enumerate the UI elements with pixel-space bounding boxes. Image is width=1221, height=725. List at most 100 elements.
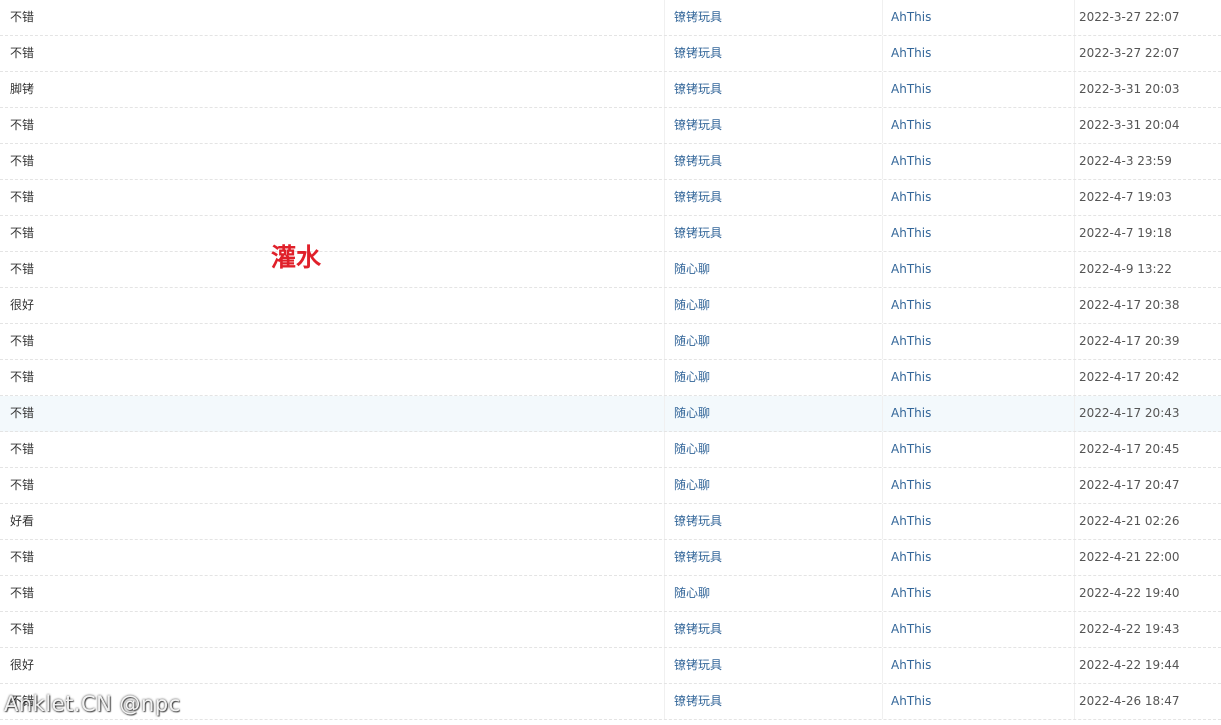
author-link[interactable]: AhThis <box>891 288 931 323</box>
forum-link[interactable]: 随心聊 <box>674 468 710 503</box>
reply-time: 2022-4-26 18:47 <box>1079 694 1180 708</box>
column-divider <box>664 0 665 35</box>
reply-time: 2022-4-22 19:43 <box>1079 622 1180 636</box>
column-divider <box>664 360 665 395</box>
table-row: 不错 镣铐玩具 AhThis 2022-4-3 23:59 <box>0 144 1221 180</box>
reply-list: 不错 镣铐玩具 AhThis 2022-3-27 22:07 不错 镣铐玩具 A… <box>0 0 1221 720</box>
forum-link[interactable]: 随心聊 <box>674 432 710 467</box>
author-link[interactable]: AhThis <box>891 612 931 647</box>
author-link[interactable]: AhThis <box>891 468 931 503</box>
column-divider <box>664 612 665 647</box>
column-divider <box>664 576 665 611</box>
forum-link[interactable]: 镣铐玩具 <box>674 72 722 107</box>
reply-content: 不错 <box>10 334 35 348</box>
column-divider <box>882 0 883 35</box>
author-link[interactable]: AhThis <box>891 504 931 539</box>
author-link[interactable]: AhThis <box>891 144 931 179</box>
author-link[interactable]: AhThis <box>891 108 931 143</box>
table-row: 不错 随心聊 AhThis 2022-4-17 20:39 <box>0 324 1221 360</box>
forum-link[interactable]: 随心聊 <box>674 252 710 287</box>
author-link[interactable]: AhThis <box>891 324 931 359</box>
reply-content: 不错 <box>10 154 35 168</box>
column-divider <box>1074 648 1075 683</box>
author-link[interactable]: AhThis <box>891 216 931 251</box>
forum-link[interactable]: 镣铐玩具 <box>674 36 722 71</box>
author-link[interactable]: AhThis <box>891 432 931 467</box>
reply-content: 不错 <box>10 622 35 636</box>
reply-content: 不错 <box>10 478 35 492</box>
forum-link[interactable]: 镣铐玩具 <box>674 504 722 539</box>
author-link[interactable]: AhThis <box>891 36 931 71</box>
column-divider <box>664 216 665 251</box>
table-row: 好看 镣铐玩具 AhThis 2022-4-21 02:26 <box>0 504 1221 540</box>
forum-link[interactable]: 随心聊 <box>674 288 710 323</box>
author-link[interactable]: AhThis <box>891 576 931 611</box>
reply-time: 2022-4-3 23:59 <box>1079 154 1172 168</box>
table-row: 很好 镣铐玩具 AhThis 2022-4-22 19:44 <box>0 648 1221 684</box>
author-link[interactable]: AhThis <box>891 72 931 107</box>
column-divider <box>1074 36 1075 71</box>
column-divider <box>882 72 883 107</box>
column-divider <box>1074 432 1075 467</box>
author-link[interactable]: AhThis <box>891 648 931 683</box>
forum-link[interactable]: 随心聊 <box>674 360 710 395</box>
forum-link[interactable]: 随心聊 <box>674 324 710 359</box>
author-link[interactable]: AhThis <box>891 0 931 35</box>
author-link[interactable]: AhThis <box>891 540 931 575</box>
reply-content: 很好 <box>10 658 35 672</box>
author-link[interactable]: AhThis <box>891 180 931 215</box>
forum-link[interactable]: 镣铐玩具 <box>674 180 722 215</box>
reply-time: 2022-4-21 02:26 <box>1079 514 1180 528</box>
author-link[interactable]: AhThis <box>891 360 931 395</box>
column-divider <box>664 180 665 215</box>
table-row: 不错 随心聊 AhThis 2022-4-9 13:22 <box>0 252 1221 288</box>
column-divider <box>1074 360 1075 395</box>
forum-link[interactable]: 镣铐玩具 <box>674 108 722 143</box>
column-divider <box>882 288 883 323</box>
forum-link[interactable]: 镣铐玩具 <box>674 612 722 647</box>
table-row: 很好 随心聊 AhThis 2022-4-17 20:38 <box>0 288 1221 324</box>
reply-time: 2022-4-17 20:42 <box>1079 370 1180 384</box>
column-divider <box>1074 108 1075 143</box>
author-link[interactable]: AhThis <box>891 684 931 719</box>
column-divider <box>664 396 665 431</box>
forum-link[interactable]: 镣铐玩具 <box>674 648 722 683</box>
column-divider <box>664 684 665 719</box>
forum-link[interactable]: 随心聊 <box>674 576 710 611</box>
author-link[interactable]: AhThis <box>891 396 931 431</box>
table-row: 不错 镣铐玩具 AhThis 2022-4-7 19:18 <box>0 216 1221 252</box>
forum-link[interactable]: 镣铐玩具 <box>674 144 722 179</box>
table-row: 不错 镣铐玩具 AhThis 2022-4-26 18:47 <box>0 684 1221 720</box>
column-divider <box>1074 396 1075 431</box>
forum-link[interactable]: 随心聊 <box>674 396 710 431</box>
forum-link[interactable]: 镣铐玩具 <box>674 684 722 719</box>
column-divider <box>664 324 665 359</box>
column-divider <box>882 612 883 647</box>
reply-time: 2022-4-21 22:00 <box>1079 550 1180 564</box>
reply-content: 不错 <box>10 550 35 564</box>
forum-link[interactable]: 镣铐玩具 <box>674 0 722 35</box>
column-divider <box>882 216 883 251</box>
column-divider <box>1074 468 1075 503</box>
column-divider <box>664 468 665 503</box>
column-divider <box>1074 72 1075 107</box>
author-link[interactable]: AhThis <box>891 252 931 287</box>
column-divider <box>1074 0 1075 35</box>
reply-content: 好看 <box>10 514 35 528</box>
watermark: Anklet.CN @npc <box>4 692 181 716</box>
forum-link[interactable]: 镣铐玩具 <box>674 216 722 251</box>
table-row: 不错 镣铐玩具 AhThis 2022-3-31 20:04 <box>0 108 1221 144</box>
column-divider <box>882 396 883 431</box>
column-divider <box>882 540 883 575</box>
forum-link[interactable]: 镣铐玩具 <box>674 540 722 575</box>
reply-content: 不错 <box>10 10 35 24</box>
column-divider <box>1074 180 1075 215</box>
reply-time: 2022-4-7 19:18 <box>1079 226 1172 240</box>
reply-time: 2022-4-17 20:43 <box>1079 406 1180 420</box>
column-divider <box>1074 288 1075 323</box>
column-divider <box>882 468 883 503</box>
table-row: 不错 镣铐玩具 AhThis 2022-3-27 22:07 <box>0 36 1221 72</box>
column-divider <box>882 504 883 539</box>
reply-time: 2022-3-27 22:07 <box>1079 46 1180 60</box>
column-divider <box>1074 252 1075 287</box>
